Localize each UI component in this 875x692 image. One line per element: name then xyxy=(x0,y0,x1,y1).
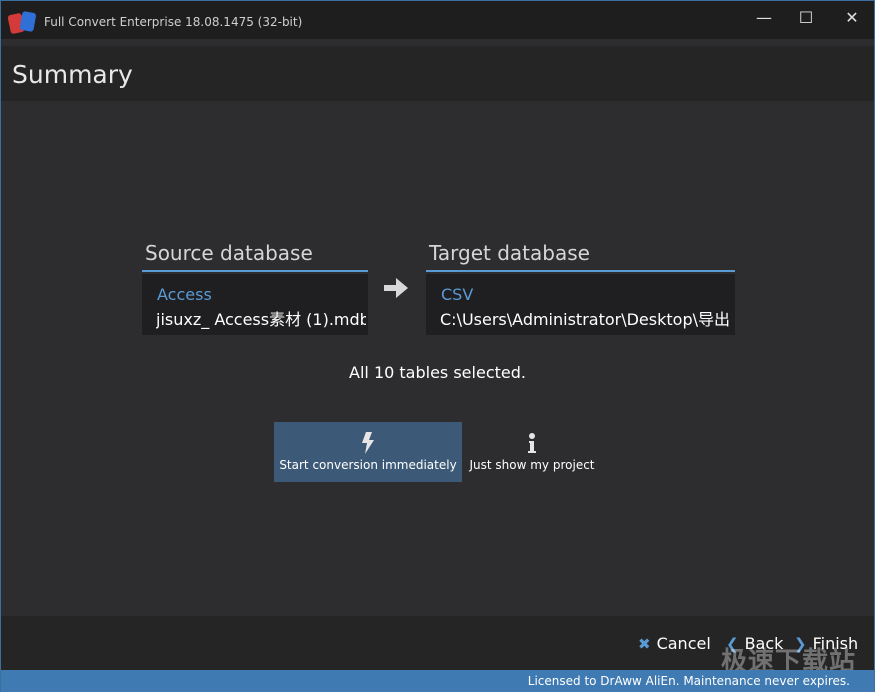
just-show-project-button[interactable]: Just show my project xyxy=(464,422,600,482)
source-underline xyxy=(142,270,368,272)
start-conversion-button[interactable]: Start conversion immediately xyxy=(274,422,462,482)
just-show-project-label: Just show my project xyxy=(469,458,595,472)
app-logo-icon xyxy=(7,11,36,34)
target-underline xyxy=(426,270,735,272)
info-icon xyxy=(528,433,536,453)
cancel-button[interactable]: ✖ Cancel xyxy=(638,634,711,653)
maximize-button[interactable]: ☐ xyxy=(783,1,829,33)
source-heading: Source database xyxy=(145,241,313,265)
target-database-box: CSV C:\Users\Administrator\Desktop\导出 xyxy=(426,274,735,335)
license-text: Licensed to DrAww AliEn. Maintenance nev… xyxy=(527,674,850,688)
start-conversion-label: Start conversion immediately xyxy=(279,458,457,472)
title-bar: Full Convert Enterprise 18.08.1475 (32-b… xyxy=(1,1,874,39)
summary-panel: Source database Access jisuxz_ Access素材 … xyxy=(1,101,874,616)
app-window: Full Convert Enterprise 18.08.1475 (32-b… xyxy=(0,0,875,692)
page-title: Summary xyxy=(12,60,133,89)
target-heading: Target database xyxy=(429,241,590,265)
lightning-icon xyxy=(362,432,374,454)
cancel-x-icon: ✖ xyxy=(638,634,651,653)
source-database-box: Access jisuxz_ Access素材 (1).mdb xyxy=(142,274,368,335)
tables-selected-text: All 10 tables selected. xyxy=(349,363,526,382)
page-header: Summary xyxy=(1,46,874,101)
cancel-label: Cancel xyxy=(656,634,711,653)
status-bar: Licensed to DrAww AliEn. Maintenance nev… xyxy=(1,670,874,692)
source-path: jisuxz_ Access素材 (1).mdb xyxy=(156,310,366,329)
window-title: Full Convert Enterprise 18.08.1475 (32-b… xyxy=(44,15,303,29)
minimize-button[interactable]: — xyxy=(741,1,787,33)
source-kind: Access xyxy=(157,285,212,304)
target-path: C:\Users\Administrator\Desktop\导出 xyxy=(440,310,730,329)
arrow-right-icon xyxy=(384,278,408,298)
close-button[interactable]: ✕ xyxy=(829,1,875,33)
target-kind: CSV xyxy=(441,285,474,304)
